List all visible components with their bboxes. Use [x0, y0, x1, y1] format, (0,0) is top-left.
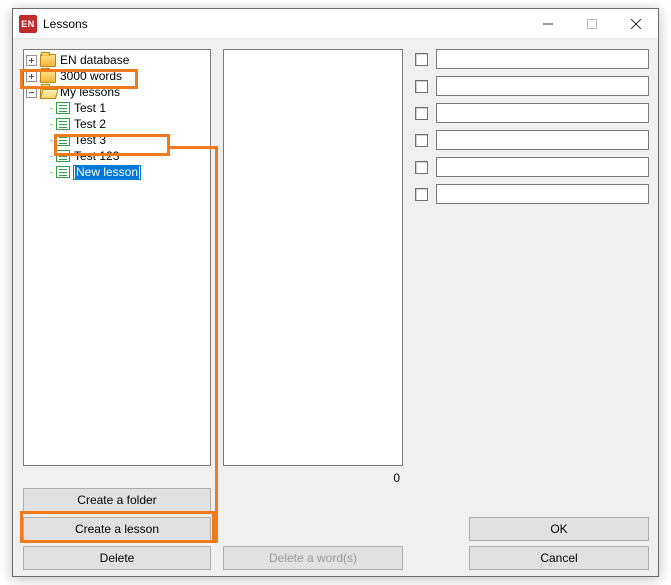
- tree-item-label: Test 3: [73, 132, 107, 148]
- field-input[interactable]: [436, 49, 649, 69]
- tree-item-editing[interactable]: New lesson: [26, 164, 210, 180]
- collapse-icon[interactable]: [26, 87, 37, 98]
- tree-item-label: Test 123: [73, 148, 120, 164]
- tree-item[interactable]: Test 1: [26, 100, 210, 116]
- create-folder-button[interactable]: Create a folder: [23, 488, 211, 512]
- rename-input[interactable]: New lesson: [73, 165, 141, 180]
- lessons-window: EN Lessons EN database: [12, 8, 659, 577]
- cancel-button[interactable]: Cancel: [469, 546, 649, 570]
- tree-item[interactable]: Test 123: [26, 148, 210, 164]
- button-label: Delete: [100, 551, 135, 565]
- lesson-icon: [56, 134, 70, 146]
- tree-item-label: EN database: [59, 52, 130, 68]
- button-label: Create a lesson: [75, 522, 159, 536]
- titlebar: EN Lessons: [13, 9, 658, 39]
- field-checkbox[interactable]: [415, 53, 428, 66]
- field-checkbox[interactable]: [415, 80, 428, 93]
- folder-tree[interactable]: EN database 3000 words My lessons: [23, 49, 211, 466]
- app-badge-icon: EN: [19, 15, 37, 33]
- window-title: Lessons: [43, 17, 88, 31]
- field-input[interactable]: [436, 184, 649, 204]
- field-input[interactable]: [436, 103, 649, 123]
- tree-item[interactable]: 3000 words: [26, 68, 210, 84]
- folder-open-icon: [40, 86, 56, 99]
- tree-item-label: 3000 words: [59, 68, 123, 84]
- lesson-icon: [56, 150, 70, 162]
- field-checkbox[interactable]: [415, 188, 428, 201]
- word-list[interactable]: [223, 49, 403, 466]
- button-label: Create a folder: [77, 493, 156, 507]
- lesson-icon: [56, 102, 70, 114]
- ok-button[interactable]: OK: [469, 517, 649, 541]
- word-count: 0: [304, 471, 400, 485]
- field-input[interactable]: [436, 130, 649, 150]
- rename-input-text: New lesson: [75, 165, 139, 179]
- tree-item-label: My lessons: [59, 84, 121, 100]
- expand-icon[interactable]: [26, 71, 37, 82]
- tree-item[interactable]: Test 3: [26, 132, 210, 148]
- folder-icon: [40, 54, 56, 67]
- create-lesson-button[interactable]: Create a lesson: [23, 517, 211, 541]
- tree-item-my-lessons[interactable]: My lessons: [26, 84, 210, 100]
- button-label: Delete a word(s): [269, 551, 357, 565]
- tree-item[interactable]: Test 2: [26, 116, 210, 132]
- tree-item-label: Test 1: [73, 100, 107, 116]
- close-button[interactable]: [614, 9, 658, 39]
- lesson-icon: [56, 166, 70, 178]
- folder-icon: [40, 70, 56, 83]
- field-checkbox[interactable]: [415, 134, 428, 147]
- tree-item-label: Test 2: [73, 116, 107, 132]
- delete-words-button: Delete a word(s): [223, 546, 403, 570]
- field-checkbox[interactable]: [415, 107, 428, 120]
- field-checkbox[interactable]: [415, 161, 428, 174]
- tree-item[interactable]: EN database: [26, 52, 210, 68]
- minimize-button[interactable]: [526, 9, 570, 39]
- word-fields: [415, 49, 649, 211]
- field-input[interactable]: [436, 76, 649, 96]
- button-label: Cancel: [540, 551, 577, 565]
- delete-button[interactable]: Delete: [23, 546, 211, 570]
- lesson-icon: [56, 118, 70, 130]
- field-input[interactable]: [436, 157, 649, 177]
- expand-icon[interactable]: [26, 55, 37, 66]
- maximize-button: [570, 9, 614, 39]
- button-label: OK: [550, 522, 567, 536]
